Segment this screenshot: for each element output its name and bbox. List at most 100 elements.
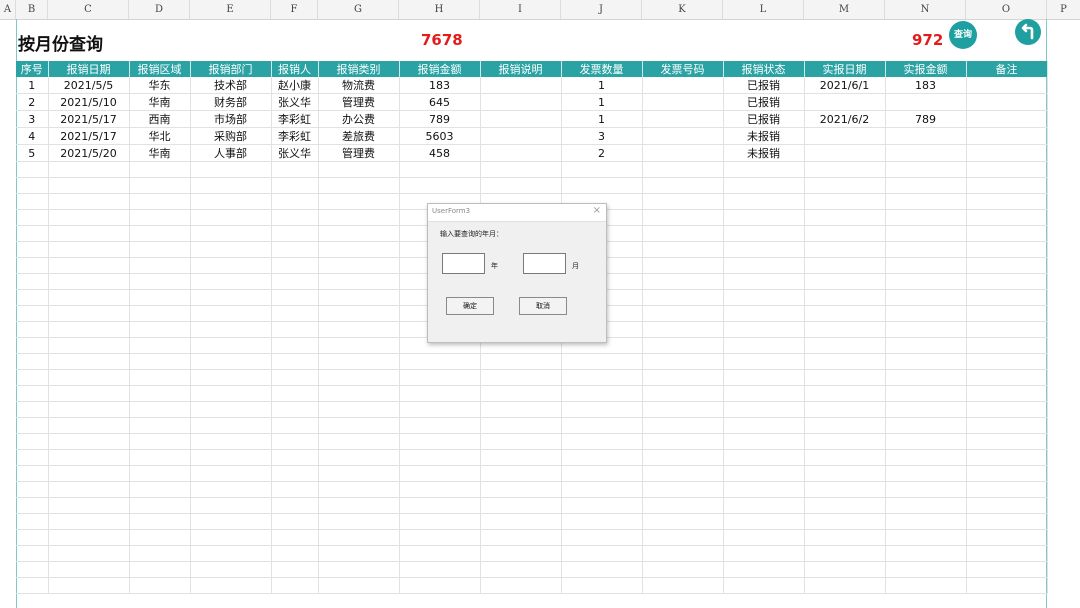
- table-cell[interactable]: [642, 193, 724, 210]
- table-cell[interactable]: [190, 161, 272, 178]
- table-cell[interactable]: 办公费: [318, 110, 400, 128]
- table-cell[interactable]: [480, 449, 562, 466]
- table-cell[interactable]: [190, 241, 272, 258]
- column-letter-g[interactable]: G: [318, 0, 399, 19]
- table-cell[interactable]: [318, 417, 400, 434]
- table-cell[interactable]: [399, 513, 481, 530]
- table-cell[interactable]: [190, 321, 272, 338]
- table-cell[interactable]: [190, 337, 272, 354]
- table-cell[interactable]: [723, 417, 805, 434]
- table-cell[interactable]: 赵小康: [271, 77, 319, 94]
- table-cell[interactable]: [642, 305, 724, 322]
- column-header[interactable]: 报销类别: [318, 61, 400, 77]
- column-header[interactable]: 实报日期: [804, 61, 886, 77]
- table-cell[interactable]: [399, 369, 481, 386]
- table-cell[interactable]: [966, 417, 1048, 434]
- table-cell[interactable]: [480, 110, 562, 128]
- table-cell[interactable]: [129, 209, 191, 226]
- column-letter-a[interactable]: A: [0, 0, 16, 19]
- table-cell[interactable]: [642, 385, 724, 402]
- table-cell[interactable]: [129, 161, 191, 178]
- table-cell[interactable]: [480, 369, 562, 386]
- table-cell[interactable]: [190, 481, 272, 498]
- table-cell[interactable]: 5603: [399, 127, 481, 145]
- table-cell[interactable]: [399, 177, 481, 194]
- table-cell[interactable]: [561, 577, 643, 594]
- table-cell[interactable]: [723, 193, 805, 210]
- table-cell[interactable]: [642, 353, 724, 370]
- table-cell[interactable]: [190, 369, 272, 386]
- column-header[interactable]: 发票数量: [561, 61, 643, 77]
- table-cell[interactable]: [480, 401, 562, 418]
- table-cell[interactable]: [48, 273, 130, 290]
- table-cell[interactable]: [318, 241, 400, 258]
- table-cell[interactable]: [642, 77, 724, 94]
- table-cell[interactable]: [966, 289, 1048, 306]
- table-cell[interactable]: [190, 305, 272, 322]
- table-cell[interactable]: [642, 127, 724, 145]
- table-cell[interactable]: [129, 385, 191, 402]
- table-cell[interactable]: [190, 401, 272, 418]
- dialog-titlebar[interactable]: UserForm3 ×: [428, 204, 606, 222]
- table-cell[interactable]: [399, 401, 481, 418]
- table-cell[interactable]: [48, 177, 130, 194]
- table-cell[interactable]: [723, 545, 805, 562]
- table-cell[interactable]: [16, 273, 49, 290]
- table-cell[interactable]: [190, 433, 272, 450]
- table-cell[interactable]: [885, 513, 967, 530]
- table-cell[interactable]: [399, 449, 481, 466]
- table-cell[interactable]: [966, 257, 1048, 274]
- column-letter-k[interactable]: K: [642, 0, 723, 19]
- table-cell[interactable]: [16, 369, 49, 386]
- table-cell[interactable]: [723, 161, 805, 178]
- table-cell[interactable]: [966, 513, 1048, 530]
- table-cell[interactable]: [723, 337, 805, 354]
- return-arrow-icon[interactable]: [1015, 19, 1041, 45]
- table-cell[interactable]: [399, 561, 481, 578]
- table-cell[interactable]: [129, 417, 191, 434]
- table-cell[interactable]: 西南: [129, 110, 191, 128]
- table-cell[interactable]: [804, 369, 886, 386]
- table-cell[interactable]: [804, 241, 886, 258]
- table-cell[interactable]: 华南: [129, 93, 191, 111]
- table-cell[interactable]: [561, 369, 643, 386]
- table-cell[interactable]: [318, 513, 400, 530]
- table-cell[interactable]: [190, 177, 272, 194]
- table-cell[interactable]: 2021/6/1: [804, 77, 886, 94]
- table-cell[interactable]: [480, 577, 562, 594]
- table-cell[interactable]: [271, 289, 319, 306]
- table-cell[interactable]: [16, 577, 49, 594]
- table-cell[interactable]: [271, 177, 319, 194]
- table-cell[interactable]: [480, 385, 562, 402]
- table-cell[interactable]: [804, 433, 886, 450]
- table-cell[interactable]: 已报销: [723, 110, 805, 128]
- table-cell[interactable]: 2: [16, 93, 49, 111]
- table-cell[interactable]: 差旅费: [318, 127, 400, 145]
- table-cell[interactable]: [48, 193, 130, 210]
- table-cell[interactable]: [642, 257, 724, 274]
- table-cell[interactable]: [966, 529, 1048, 546]
- table-cell[interactable]: 1: [561, 77, 643, 94]
- table-cell[interactable]: [804, 321, 886, 338]
- table-cell[interactable]: [48, 497, 130, 514]
- table-cell[interactable]: 财务部: [190, 93, 272, 111]
- table-cell[interactable]: [804, 529, 886, 546]
- table-cell[interactable]: 未报销: [723, 144, 805, 162]
- table-cell[interactable]: [129, 561, 191, 578]
- table-cell[interactable]: [723, 465, 805, 482]
- table-cell[interactable]: 李彩虹: [271, 110, 319, 128]
- table-cell[interactable]: [16, 433, 49, 450]
- table-cell[interactable]: [190, 417, 272, 434]
- table-cell[interactable]: [804, 481, 886, 498]
- table-cell[interactable]: [399, 385, 481, 402]
- table-cell[interactable]: [190, 465, 272, 482]
- table-cell[interactable]: [271, 337, 319, 354]
- table-cell[interactable]: [561, 513, 643, 530]
- table-cell[interactable]: [561, 433, 643, 450]
- table-cell[interactable]: [399, 465, 481, 482]
- table-cell[interactable]: [318, 561, 400, 578]
- table-cell[interactable]: 已报销: [723, 93, 805, 111]
- table-cell[interactable]: [804, 417, 886, 434]
- table-cell[interactable]: [723, 369, 805, 386]
- column-letter-d[interactable]: D: [129, 0, 190, 19]
